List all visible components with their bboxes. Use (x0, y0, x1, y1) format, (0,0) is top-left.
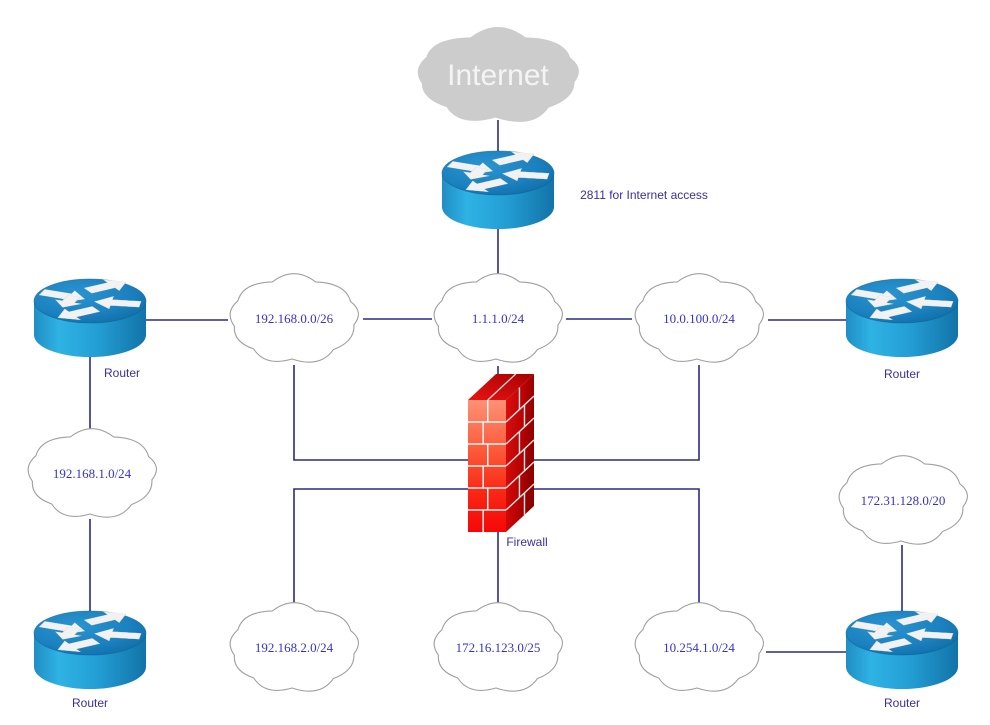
net-172-16-123-0-25-shape (433, 602, 563, 692)
router-top-right[interactable] (845, 276, 959, 357)
net-192-168-1-0-24[interactable] (27, 428, 157, 518)
net-172-31-128-0-20-shape (838, 455, 968, 545)
link-192-168-2-0-to-firewall (293, 488, 468, 604)
net-1-1-1-0-24-shape (433, 273, 563, 363)
net-10-0-100-0-24-shape (634, 273, 764, 363)
net-1-1-1-0-24[interactable] (433, 273, 563, 363)
net-10-0-100-0-24[interactable] (634, 273, 764, 363)
firewall-device[interactable] (468, 373, 535, 532)
router-top-left[interactable] (33, 276, 147, 357)
net-192-168-2-0-24[interactable] (229, 602, 359, 692)
net-172-16-123-0-25[interactable] (433, 602, 563, 692)
net-192-168-0-0-26[interactable] (229, 273, 359, 363)
router-bottom-right[interactable] (845, 608, 959, 689)
router-internet-edge[interactable] (441, 148, 555, 229)
firewall-group (468, 373, 535, 532)
network-diagram-canvas: Internet 192.168.0.0/26 1.1.1.0/24 10.0.100… (0, 0, 990, 725)
router-bottom-left[interactable] (33, 608, 147, 689)
net-192-168-1-0-24-shape (27, 428, 157, 518)
net-10-254-1-0-24[interactable] (634, 602, 764, 692)
internet-cloud-shape (417, 26, 579, 122)
net-172-31-128-0-20[interactable] (838, 455, 968, 545)
link-192-168-0-0-to-firewall (293, 365, 470, 461)
net-192-168-2-0-24-shape (229, 602, 359, 692)
net-10-254-1-0-24-shape (634, 602, 764, 692)
internet-cloud[interactable] (417, 26, 579, 122)
net-192-168-0-0-26-shape (229, 273, 359, 363)
link-firewall-to-10-254-1-0 (524, 488, 700, 604)
diagram-svg-layer (27, 26, 968, 692)
link-firewall-to-10-0-100-0 (524, 365, 700, 461)
